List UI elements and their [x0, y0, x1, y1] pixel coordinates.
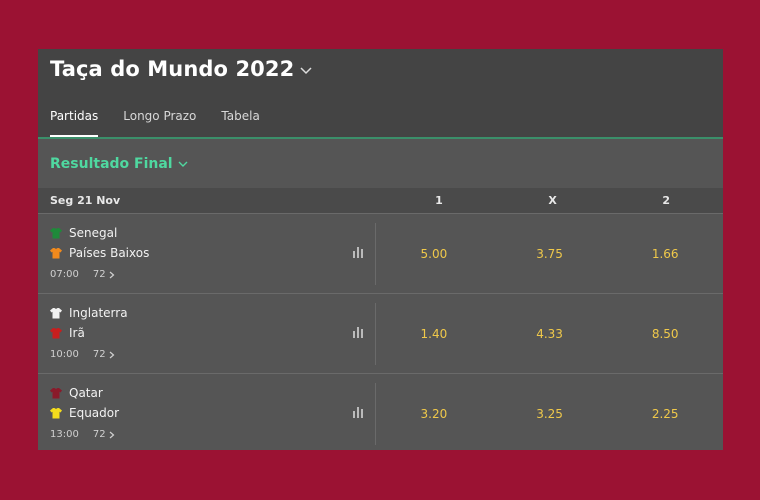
- away-team: Equador: [50, 406, 119, 420]
- more-markets-link[interactable]: 72: [93, 269, 115, 280]
- odds-draw[interactable]: 3.75: [492, 214, 608, 293]
- chevron-down-icon: [178, 161, 188, 167]
- stats-icon[interactable]: [352, 406, 364, 418]
- divider: [375, 383, 377, 445]
- column-away-win: 2: [662, 194, 671, 207]
- kickoff-time: 13:00: [50, 429, 79, 440]
- chevron-right-icon: [109, 431, 114, 438]
- divider: [375, 303, 377, 365]
- tab-bar: Partidas Longo Prazo Tabela: [50, 109, 285, 137]
- odds-draw[interactable]: 4.33: [492, 294, 608, 373]
- market-selector[interactable]: Resultado Final: [38, 139, 723, 188]
- odds-home[interactable]: 5.00: [376, 214, 492, 293]
- market-label: Resultado Final: [50, 155, 173, 172]
- tab-longo-prazo[interactable]: Longo Prazo: [123, 109, 196, 135]
- odds-away[interactable]: 2.25: [607, 374, 723, 450]
- match-info[interactable]: Qatar Equador 13:00 72: [38, 374, 377, 450]
- team-shirt-icon: [50, 228, 62, 239]
- tab-tabela[interactable]: Tabela: [221, 109, 259, 135]
- markets-count: 72: [92, 349, 106, 360]
- away-team: Países Baixos: [50, 246, 149, 260]
- match-row: Inglaterra Irã 10:00 72 1.40 4.33 8.50: [38, 293, 723, 373]
- page-title: Taça do Mundo 2022: [50, 57, 295, 81]
- stats-icon[interactable]: [352, 326, 364, 338]
- home-team-name: Qatar: [69, 386, 103, 400]
- away-team-name: Equador: [69, 406, 120, 420]
- odds-column-header: Seg 21 Nov 1 X 2: [38, 188, 723, 213]
- competition-header: Taça do Mundo 2022 Partidas Longo Prazo …: [38, 49, 723, 139]
- chevron-down-icon: [300, 67, 312, 75]
- team-shirt-icon: [50, 328, 62, 339]
- more-markets-link[interactable]: 72: [93, 429, 115, 440]
- odds-draw[interactable]: 3.25: [492, 374, 608, 450]
- competition-title-dropdown[interactable]: Taça do Mundo 2022: [50, 57, 312, 81]
- match-meta: 10:00 72: [50, 349, 115, 360]
- match-meta: 13:00 72: [50, 429, 115, 440]
- match-row: Senegal Países Baixos 07:00 72 5.00 3.75…: [38, 213, 723, 293]
- odds-away[interactable]: 1.66: [607, 214, 723, 293]
- odds-home[interactable]: 3.20: [376, 374, 492, 450]
- stats-icon[interactable]: [352, 246, 364, 258]
- column-draw: X: [548, 194, 557, 207]
- odds-away[interactable]: 8.50: [607, 294, 723, 373]
- away-team: Irã: [50, 326, 85, 340]
- column-home-win: 1: [435, 194, 443, 207]
- home-team: Qatar: [50, 386, 103, 400]
- home-team: Inglaterra: [50, 306, 128, 320]
- match-info[interactable]: Inglaterra Irã 10:00 72: [38, 294, 377, 373]
- away-team-name: Países Baixos: [69, 246, 150, 260]
- match-meta: 07:00 72: [50, 269, 115, 280]
- team-shirt-icon: [50, 408, 62, 419]
- team-shirt-icon: [50, 248, 62, 259]
- more-markets-link[interactable]: 72: [93, 349, 115, 360]
- away-team-name: Irã: [69, 326, 85, 340]
- match-info[interactable]: Senegal Países Baixos 07:00 72: [38, 214, 377, 293]
- markets-count: 72: [92, 429, 106, 440]
- match-row: Qatar Equador 13:00 72 3.20 3.25 2.25: [38, 373, 723, 450]
- team-shirt-icon: [50, 388, 62, 399]
- chevron-right-icon: [109, 351, 114, 358]
- team-shirt-icon: [50, 308, 62, 319]
- odds-home[interactable]: 1.40: [376, 294, 492, 373]
- competition-panel: Taça do Mundo 2022 Partidas Longo Prazo …: [38, 49, 723, 450]
- divider: [375, 223, 377, 285]
- kickoff-time: 07:00: [50, 269, 79, 280]
- markets-count: 72: [92, 269, 106, 280]
- tab-partidas[interactable]: Partidas: [50, 109, 99, 137]
- home-team-name: Senegal: [69, 226, 118, 240]
- home-team-name: Inglaterra: [69, 306, 128, 320]
- date-header: Seg 21 Nov: [50, 194, 121, 207]
- kickoff-time: 10:00: [50, 349, 79, 360]
- home-team: Senegal: [50, 226, 117, 240]
- chevron-right-icon: [109, 271, 114, 278]
